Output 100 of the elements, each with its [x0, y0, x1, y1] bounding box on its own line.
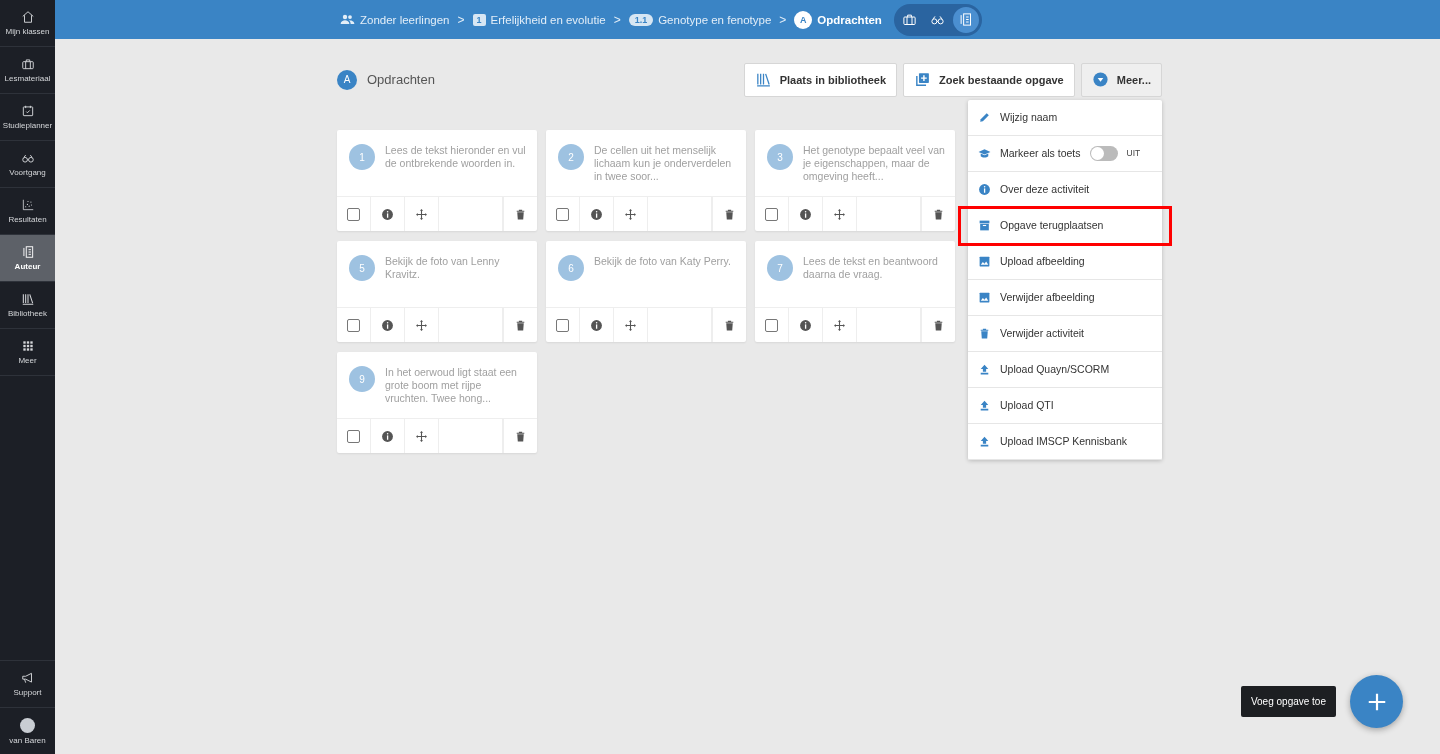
caret-icon	[1091, 71, 1109, 88]
breadcrumb-separator: >	[613, 12, 621, 27]
menu-item[interactable]: Markeer als toets	[1000, 147, 1081, 159]
image-icon	[978, 290, 991, 304]
info-icon	[978, 182, 991, 196]
sidebar-item[interactable]: Voortgang	[0, 141, 55, 188]
activity-badge: A	[794, 10, 813, 29]
number-badge: 2	[558, 144, 584, 170]
info-icon	[381, 318, 394, 332]
trash-icon	[932, 207, 945, 221]
briefcase-icon	[20, 57, 35, 71]
books-icon	[754, 71, 772, 88]
avatar-icon	[20, 717, 35, 733]
checkbox[interactable]	[347, 318, 360, 332]
sidebar-item[interactable]: Meer	[0, 329, 55, 376]
info-icon	[590, 318, 603, 332]
menu-item[interactable]: Upload Quayn/SCORM	[968, 351, 1162, 388]
tooltip: Voeg opgave toe	[1240, 686, 1336, 717]
page-title: Opdrachten	[367, 72, 435, 87]
sidebar-item[interactable]: Studieplanner	[0, 94, 55, 141]
sidebar-item[interactable]: Lesmateriaal	[0, 47, 55, 94]
toggle-state: UIT	[1126, 148, 1141, 158]
breadcrumb-link[interactable]: Opdrachten	[817, 13, 882, 26]
move-icon	[833, 318, 846, 332]
menu-item[interactable]: Verwijder activiteit	[968, 315, 1162, 352]
trash-icon	[514, 429, 527, 443]
move-icon	[624, 207, 637, 221]
assignment-text: Het genotype bepaalt veel van je eigenschappen, maar de omgeving heeft...	[803, 144, 945, 184]
move-icon	[415, 429, 428, 443]
add-icon	[914, 71, 932, 88]
assignment-text: Bekijk de foto van Katy Perry.	[594, 255, 731, 269]
info-icon	[799, 318, 812, 332]
graduation-cap-icon	[978, 146, 991, 160]
menu-item[interactable]: Verwijder afbeelding	[968, 279, 1162, 316]
breadcrumb-link[interactable]: Genotype en fenotype	[658, 13, 772, 26]
assignment-text: In het oerwoud ligt staat een grote boom met rijpe vruchten. Twee hong...	[385, 366, 518, 406]
checkbox[interactable]	[347, 207, 360, 221]
info-icon	[381, 429, 394, 443]
checkbox[interactable]	[556, 318, 569, 332]
sidebar-item[interactable]: van Baren	[0, 707, 55, 754]
trash-icon	[514, 318, 527, 332]
menu-item[interactable]: Upload IMSCP Kennisbank	[968, 423, 1162, 460]
assignment-text: De cellen uit het menselijk lichaam kun je onderverdelen in twee soor...	[594, 144, 733, 184]
menu-item[interactable]: Over deze activiteit	[968, 171, 1162, 208]
pencil-icon	[978, 110, 991, 124]
number-badge: 1	[349, 144, 375, 170]
breadcrumb-link[interactable]: Erfelijkheid en evolutie	[490, 13, 606, 26]
trash-icon	[723, 318, 736, 332]
document-icon	[20, 245, 35, 259]
move-icon	[415, 207, 428, 221]
house-icon	[20, 10, 35, 24]
move-icon	[415, 318, 428, 332]
megaphone-icon	[20, 671, 35, 685]
number-badge: 6	[558, 255, 584, 281]
books-icon	[20, 292, 35, 306]
trash-icon	[932, 318, 945, 332]
menu-item[interactable]: Wijzig naam	[968, 99, 1162, 136]
briefcase-icon	[902, 12, 918, 27]
breadcrumb-separator: >	[457, 12, 465, 27]
assignment-text: Lees de tekst hieronder en vul de ontbrekende woorden in.	[385, 144, 527, 171]
upload-icon	[978, 398, 991, 412]
toggle-switch[interactable]	[1089, 145, 1118, 161]
view-button[interactable]	[952, 6, 979, 33]
sidebar-item[interactable]: Support	[0, 660, 55, 707]
number-badge: 5	[349, 255, 375, 281]
checkbox[interactable]	[347, 429, 360, 443]
breadcrumb-link[interactable]: Zonder leerlingen	[360, 13, 450, 26]
action-button[interactable]: Plaats in bibliotheek	[743, 62, 898, 97]
menu-item[interactable]: Upload afbeelding	[968, 243, 1162, 280]
assignment-text: Lees de tekst en beantwoord daarna de vraag.	[803, 255, 939, 282]
calendar-icon	[20, 104, 35, 118]
assignment-text: Bekijk de foto van Lenny Kravitz.	[385, 255, 501, 282]
number-badge: 3	[767, 144, 793, 170]
trash-icon	[514, 207, 527, 221]
info-icon	[381, 207, 394, 221]
breadcrumb-separator: >	[779, 12, 787, 27]
add-button[interactable]	[1350, 675, 1403, 728]
document-icon	[958, 12, 974, 27]
checkbox[interactable]	[765, 318, 778, 332]
image-icon	[978, 254, 991, 268]
action-button[interactable]: Meer...	[1080, 62, 1162, 97]
grid-icon	[20, 339, 35, 353]
checkbox[interactable]	[765, 207, 778, 221]
trash-icon	[978, 326, 991, 340]
sidebar-item[interactable]: Auteur	[0, 235, 55, 282]
info-icon	[590, 207, 603, 221]
action-button[interactable]: Zoek bestaande opgave	[903, 62, 1075, 97]
number-badge: 9	[349, 366, 375, 392]
number-badge: 7	[767, 255, 793, 281]
checkbox[interactable]	[556, 207, 569, 221]
activity-badge: A	[337, 69, 357, 90]
menu-item[interactable]: Opgave terugplaatsen	[960, 207, 1170, 244]
move-icon	[833, 207, 846, 221]
move-icon	[624, 318, 637, 332]
people-icon	[340, 12, 355, 27]
archive-icon	[978, 218, 991, 232]
menu-item[interactable]: Upload QTI	[968, 387, 1162, 424]
scatter-chart-icon	[20, 198, 35, 212]
sidebar-item[interactable]: Bibliotheek	[0, 282, 55, 329]
section-badge: 1.1	[628, 13, 654, 26]
